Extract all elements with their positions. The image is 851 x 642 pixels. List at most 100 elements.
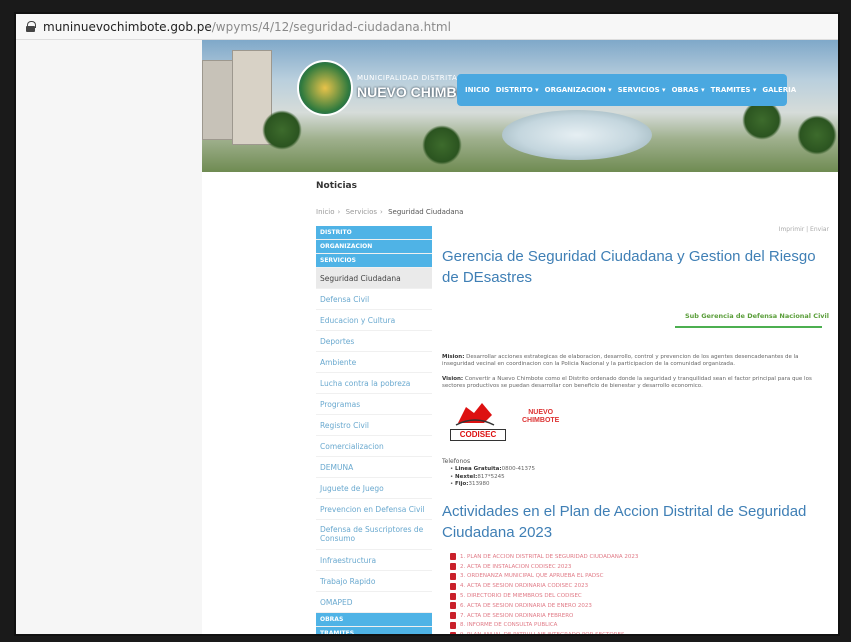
document-link[interactable]: 4. ACTA DE SESION ORDINARIA CODISEC 2023 [450, 581, 657, 591]
pdf-icon [450, 553, 456, 561]
phone-value: 817*5245 [477, 473, 505, 480]
breadcrumb-current: Seguridad Ciudadana [388, 208, 464, 216]
sidebar-item[interactable]: OBRAS [316, 613, 432, 627]
document-title: 2. ACTA DE INSTALACION CODISEC 2023 [460, 563, 572, 570]
nav-tramites[interactable]: TRAMITES ▾ [711, 86, 757, 94]
city-line-2: CHIMBOTE [522, 417, 560, 424]
sidebar-item[interactable]: Prevencion en Defensa Civil [316, 499, 432, 520]
phone-value: 0800-41375 [501, 466, 536, 472]
section-title: Noticias [316, 181, 357, 191]
breadcrumb-servicios[interactable]: Servicios [346, 208, 377, 216]
sidebar-item[interactable]: Educacion y Cultura [316, 310, 432, 331]
nav-galeria[interactable]: GALERIA [762, 86, 796, 94]
pdf-icon [450, 582, 456, 590]
sidebar-item[interactable]: Deportes [316, 331, 432, 352]
nav-obras[interactable]: OBRAS ▾ [672, 86, 705, 94]
palm-tree [797, 115, 837, 155]
sidebar-item[interactable]: ORGANIZACION [316, 240, 432, 254]
city-line-1: NUEVO [528, 409, 554, 416]
sidebar-item[interactable]: Trabajo Rapido [316, 571, 432, 592]
codisec-logo: CODISEC NUEVO CHIMBOTE [450, 401, 570, 443]
sidebar-item[interactable]: Seguridad Ciudadana [316, 268, 432, 289]
document-title: 8. INFORME DE CONSULTA PUBLICA [460, 622, 558, 629]
nav-servicios[interactable]: SERVICIOS ▾ [618, 86, 666, 94]
phone-label: Nextel: [455, 473, 478, 480]
phone-value: 313980 [468, 481, 490, 487]
document-link[interactable]: 3. ORDENANZA MUNICIPAL QUE APRUEBA EL PA… [450, 572, 657, 582]
municipality-logo[interactable] [297, 60, 353, 116]
document-title: 9. PLAN ANUAL DE PATRULLAJE INTEGRADO PO… [460, 632, 625, 636]
vision-text: Convertir a Nuevo Chimbote como el Distr… [442, 376, 812, 389]
document-title: 4. ACTA DE SESION ORDINARIA CODISEC 2023 [460, 583, 589, 590]
phone-item: Linea Gratuita:0800-41375 [450, 466, 535, 474]
palm-tree [742, 100, 782, 140]
pdf-icon [450, 572, 456, 580]
sidebar-item[interactable]: OMAPED [316, 592, 432, 613]
sidebar-item[interactable]: Lucha contra la pobreza [316, 373, 432, 394]
header-banner: MUNICIPALIDAD DISTRITAL DE NUEVO CHIMBOT… [202, 40, 838, 172]
sidebar-item[interactable]: SERVICIOS [316, 254, 432, 268]
sidebar-item[interactable]: Ambiente [316, 352, 432, 373]
phone-item: Nextel:817*5245 [450, 474, 535, 482]
breadcrumb: Inicio › Servicios › Seguridad Ciudadana [316, 208, 464, 216]
divider [675, 326, 822, 328]
phone-list: Linea Gratuita:0800-41375 Nextel:817*524… [450, 466, 535, 489]
breadcrumb-home[interactable]: Inicio [316, 208, 335, 216]
pdf-icon [450, 612, 456, 620]
pdf-icon [450, 563, 456, 571]
sidebar-item[interactable]: DEMUNA [316, 457, 432, 478]
shield-icon [455, 403, 495, 426]
print-email-links[interactable]: Imprimir | Enviar [779, 226, 829, 233]
sidebar-item[interactable]: Programas [316, 394, 432, 415]
fountain-image [502, 110, 652, 160]
pdf-icon [450, 592, 456, 600]
document-link[interactable]: 9. PLAN ANUAL DE PATRULLAJE INTEGRADO PO… [450, 630, 657, 636]
document-title: 7. ACTA DE SESION ORDINARIA FEBRERO [460, 612, 574, 619]
sidebar-item[interactable]: DISTRITO [316, 226, 432, 240]
lock-icon [26, 21, 36, 32]
pdf-icon [450, 631, 456, 634]
pdf-icon [450, 602, 456, 610]
phone-item: Fijo:313980 [450, 481, 535, 489]
address-bar[interactable]: muninuevochimbote.gob.pe/wpyms/4/12/segu… [16, 14, 838, 40]
activities-title: Actividades en el Plan de Accion Distrit… [442, 503, 807, 541]
sidebar-item[interactable]: Registro Civil [316, 415, 432, 436]
document-link[interactable]: 8. INFORME DE CONSULTA PUBLICA [450, 621, 657, 631]
sidebar-item[interactable]: Defensa de Suscriptores de Consumo [316, 520, 432, 550]
document-link[interactable]: 7. ACTA DE SESION ORDINARIA FEBRERO [450, 611, 657, 621]
document-link[interactable]: 5. DIRECTORIO DE MIEMBROS DEL CODISEC [450, 591, 657, 601]
document-link[interactable]: 1. PLAN DE ACCION DISTRITAL DE SEGURIDAD… [450, 552, 657, 562]
document-link[interactable]: 2. ACTA DE INSTALACION CODISEC 2023 [450, 562, 657, 572]
vision-paragraph: Vision: Convertir a Nuevo Chimbote como … [442, 376, 832, 390]
document-list: 1. PLAN DE ACCION DISTRITAL DE SEGURIDAD… [450, 552, 657, 636]
codisec-badge: CODISEC [450, 429, 506, 441]
phone-label: Linea Gratuita: [455, 466, 502, 472]
document-title: 1. PLAN DE ACCION DISTRITAL DE SEGURIDAD… [460, 553, 639, 560]
document-title: 3. ORDENANZA MUNICIPAL QUE APRUEBA EL PA… [460, 573, 604, 580]
vision-label: Vision: [442, 376, 464, 382]
pdf-icon [450, 621, 456, 629]
sub-gerencia-link[interactable]: Sub Gerencia de Defensa Nacional Civil [685, 312, 829, 320]
sidebar-item[interactable]: Infraestructura [316, 550, 432, 571]
document-link[interactable]: 6. ACTA DE SESION ORDINARIA DE ENERO 202… [450, 601, 657, 611]
document-title: 6. ACTA DE SESION ORDINARIA DE ENERO 202… [460, 602, 592, 609]
sidebar-menu: DISTRITO ORGANIZACION SERVICIOS Seguridad C… [316, 226, 432, 634]
page-title: Gerencia de Seguridad Ciudadana y Gestio… [442, 248, 816, 286]
url-path: /wpyms/4/12/seguridad-ciudadana.html [211, 19, 451, 34]
document-title: 5. DIRECTORIO DE MIEMBROS DEL CODISEC [460, 593, 582, 600]
nav-organizacion[interactable]: ORGANIZACION ▾ [545, 86, 612, 94]
url-host: muninuevochimbote.gob.pe [43, 19, 212, 34]
website: MUNICIPALIDAD DISTRITAL DE NUEVO CHIMBOT… [202, 40, 838, 636]
sidebar-item[interactable]: Defensa Civil [316, 289, 432, 310]
palm-tree [262, 110, 302, 150]
sidebar-item[interactable]: Juguete de Juego [316, 478, 432, 499]
sidebar-item[interactable]: Comercializacion [316, 436, 432, 457]
nav-inicio[interactable]: INICIO [465, 86, 490, 94]
palm-tree [422, 125, 462, 165]
browser-window: muninuevochimbote.gob.pe/wpyms/4/12/segu… [14, 12, 840, 636]
nav-distrito[interactable]: DISTRITO ▾ [496, 86, 539, 94]
phone-label: Fijo: [455, 481, 469, 487]
phones-label: Telefonos [442, 458, 471, 465]
mision-paragraph: Mision: Desarrollar acciones estrategica… [442, 354, 832, 368]
sidebar-item[interactable]: TRAMITES [316, 627, 432, 634]
